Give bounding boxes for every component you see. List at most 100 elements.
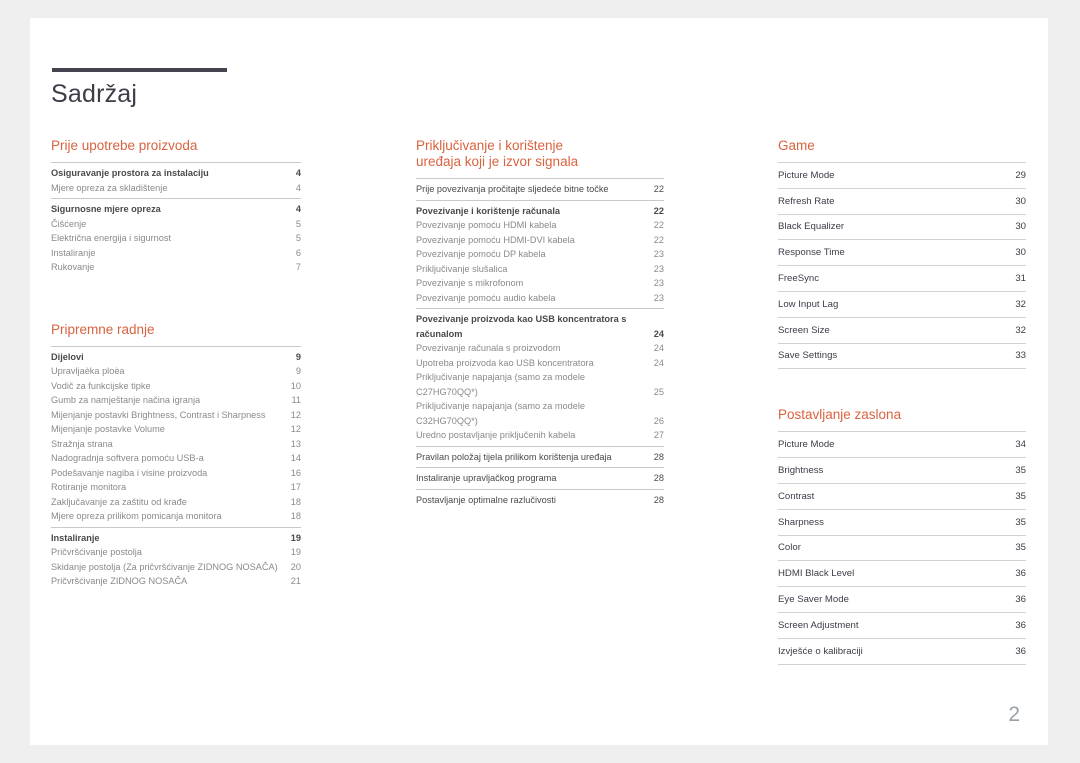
toc-entry-label: Pričvršćivanje ZIDNOG NOSAČA [51, 576, 188, 586]
toc-entry[interactable]: Instaliranje upravljačkog programa 28 [416, 471, 664, 486]
toc-entry[interactable]: Screen Size 32 [778, 316, 1026, 343]
toc-entry-page: 4 [295, 168, 301, 178]
section-bottom-rule [778, 663, 1026, 665]
toc-entry-page: 18 [290, 511, 301, 521]
toc-entry[interactable]: Priključivanje napajanja (samo za modele… [416, 399, 664, 428]
toc-entry[interactable]: Upravljaèka ploèa 9 [51, 364, 301, 379]
toc-entry-page: 5 [295, 218, 301, 229]
toc-group: Instaliranje 19 Pričvršćivanje postolja 19 S… [51, 526, 301, 592]
toc-entry[interactable]: Instaliranje 19 [51, 531, 301, 546]
toc-entry-page: 21 [290, 576, 301, 586]
toc-entry-page: 24 [653, 343, 664, 353]
toc-entry-page: 24 [653, 328, 664, 339]
toc-entry-label: Vodič za funkcijske tipke [51, 380, 151, 391]
toc-entry[interactable]: Pričvršćivanje ZIDNOG NOSAČA 21 [51, 574, 301, 589]
toc-entry-label: Black Equalizer [778, 221, 845, 233]
toc-entry[interactable]: Contrast 35 [778, 482, 1026, 509]
toc-entry-page: 17 [290, 482, 301, 492]
toc-entry[interactable]: Picture Mode 29 [778, 162, 1026, 188]
toc-entry[interactable]: Povezivanje s mikrofonom 23 [416, 276, 664, 291]
toc-entry-label: Color [778, 542, 801, 554]
toc-entry[interactable]: Refresh Rate 30 [778, 187, 1026, 214]
toc-entry[interactable]: Zaključavanje za zaštitu od krađe 18 [51, 495, 301, 510]
page-number: 2 [1008, 703, 1020, 726]
document-page: Sadržaj Prije upotrebe proizvoda Osigurav… [30, 18, 1048, 745]
toc-group: Povezivanje i korištenje računala 22 Povez… [416, 199, 664, 309]
toc-entry[interactable]: Mjere opreza za skladištenje 4 [51, 181, 301, 196]
toc-entry-label: Pričvršćivanje postolja [51, 547, 142, 557]
toc-entry[interactable]: Gumb za namještanje načina igranja 11 [51, 393, 301, 408]
toc-entry[interactable]: Stražnja strana 13 [51, 437, 301, 452]
toc-entry[interactable]: Povezivanje računala s proizvodom 24 [416, 341, 664, 356]
toc-entry[interactable]: Mijenjanje postavki Brightness, Contrast… [51, 408, 301, 423]
toc-entry-label: Pravilan položaj tijela prilikom korište… [416, 451, 612, 462]
toc-entry[interactable]: Instaliranje 6 [51, 246, 301, 261]
toc-entry[interactable]: Mijenjanje postavke Volume 12 [51, 422, 301, 437]
toc-entry-label: Save Settings [778, 350, 838, 362]
toc-entry[interactable]: Električna energija i sigurnost 5 [51, 231, 301, 246]
toc-entry[interactable]: Prije povezivanja pročitajte sljedeće bi… [416, 182, 664, 197]
toc-entry[interactable]: Povezivanje i korištenje računala 22 [416, 204, 664, 219]
toc-entry-label: Mijenjanje postavke Volume [51, 424, 165, 434]
toc-entry[interactable]: Pravilan položaj tijela prilikom korište… [416, 450, 664, 465]
toc-entry[interactable]: Brightness 35 [778, 457, 1026, 483]
toc-entry[interactable]: Rukovanje 7 [51, 260, 301, 275]
toc-entry[interactable]: Dijelovi 9 [51, 350, 301, 365]
toc-entry[interactable]: Rotiranje monitora 17 [51, 480, 301, 495]
toc-entry[interactable]: Screen Adjustment 36 [778, 611, 1026, 638]
toc-entry[interactable]: Uredno postavljanje priključenih kabela 2… [416, 428, 664, 443]
toc-entry[interactable]: Sigurnosne mjere opreza 4 [51, 202, 301, 217]
toc-entry[interactable]: Picture Mode 34 [778, 431, 1026, 457]
toc-entry[interactable]: Upotreba proizvoda kao USB koncentratora… [416, 356, 664, 371]
toc-entry-label: Picture Mode [778, 169, 835, 181]
toc-entry-label: Upravljaèka ploèa [51, 366, 125, 376]
toc-entry[interactable]: Povezivanje pomoću audio kabela 23 [416, 291, 664, 306]
toc-entry-page: 7 [295, 262, 301, 272]
toc-entry-page: 33 [1015, 350, 1026, 362]
toc-entry-label: Low Input Lag [778, 298, 839, 310]
toc-entry[interactable]: Priključivanje napajanja (samo za modele… [416, 370, 664, 399]
toc-entry-page: 11 [291, 395, 301, 405]
toc-entry-label: Uredno postavljanje priključenih kabela [416, 430, 576, 440]
toc-entry[interactable]: Osiguravanje prostora za instalaciju 4 [51, 166, 301, 181]
toc-entry[interactable]: Response Time 30 [778, 239, 1026, 265]
toc-entry[interactable]: Color 35 [778, 534, 1026, 561]
toc-entry[interactable]: Povezivanje pomoću HDMI kabela 22 [416, 218, 664, 233]
toc-entry-label: Instaliranje [51, 247, 96, 258]
toc-entry[interactable]: Skidanje postolja (Za pričvršćivanje ZID… [51, 560, 301, 575]
toc-entry-page: 18 [290, 496, 301, 507]
toc-entry[interactable]: HDMI Black Level 36 [778, 560, 1026, 586]
toc-entry[interactable]: Mjere opreza prilikom pomicanja monitora… [51, 509, 301, 524]
toc-entry[interactable]: Podešavanje nagiba i visine proizvoda 16 [51, 466, 301, 481]
toc-entry-label: Instaliranje [51, 532, 100, 543]
toc-entry[interactable]: Čišćenje 5 [51, 217, 301, 232]
section-heading: Priključivanje i korištenje uređaja koji… [416, 138, 579, 169]
toc-entry-page: 6 [295, 247, 301, 258]
toc-group: Prije povezivanja pročitajte sljedeće bi… [416, 178, 664, 200]
toc-entry-page: 4 [295, 182, 301, 193]
toc-entry-label: Skidanje postolja (Za pričvršćivanje ZID… [51, 561, 278, 572]
toc-entry[interactable]: Izvješće o kalibraciji 36 [778, 637, 1026, 664]
toc-entry[interactable]: Povezivanje proizvoda kao USB koncentrat… [416, 312, 664, 341]
toc-entry[interactable]: Vodič za funkcijske tipke 10 [51, 379, 301, 394]
toc-entry[interactable]: Eye Saver Mode 36 [778, 586, 1026, 612]
toc-entry[interactable]: FreeSync 31 [778, 265, 1026, 291]
toc-entry[interactable]: Povezivanje pomoću HDMI-DVI kabela 22 [416, 233, 664, 248]
toc-entry-page: 23 [653, 263, 664, 274]
toc-section: Postavljanje zaslona Picture Mode 34 Bright… [778, 407, 1026, 665]
toc-entry-label: Stražnja strana [51, 438, 113, 449]
toc-entry-page: 30 [1015, 195, 1026, 207]
toc-entry[interactable]: Nadogradnja softvera pomoću USB-a 14 [51, 451, 301, 466]
toc-entry-label: Screen Adjustment [778, 619, 859, 631]
toc-entry[interactable]: Postavljanje optimalne razlučivosti 28 [416, 493, 664, 508]
toc-entry[interactable]: Pričvršćivanje postolja 19 [51, 545, 301, 560]
toc-entry[interactable]: Sharpness 35 [778, 508, 1026, 535]
toc-entry[interactable]: Povezivanje pomoću DP kabela 23 [416, 247, 664, 262]
toc-entry[interactable]: Save Settings 33 [778, 342, 1026, 369]
toc-entry-label: HDMI Black Level [778, 568, 855, 580]
toc-entry[interactable]: Low Input Lag 32 [778, 290, 1026, 317]
toc-entry[interactable]: Priključivanje slušalica 23 [416, 262, 664, 277]
toc-entry[interactable]: Black Equalizer 30 [778, 213, 1026, 240]
toc-entry-page: 16 [290, 467, 301, 478]
